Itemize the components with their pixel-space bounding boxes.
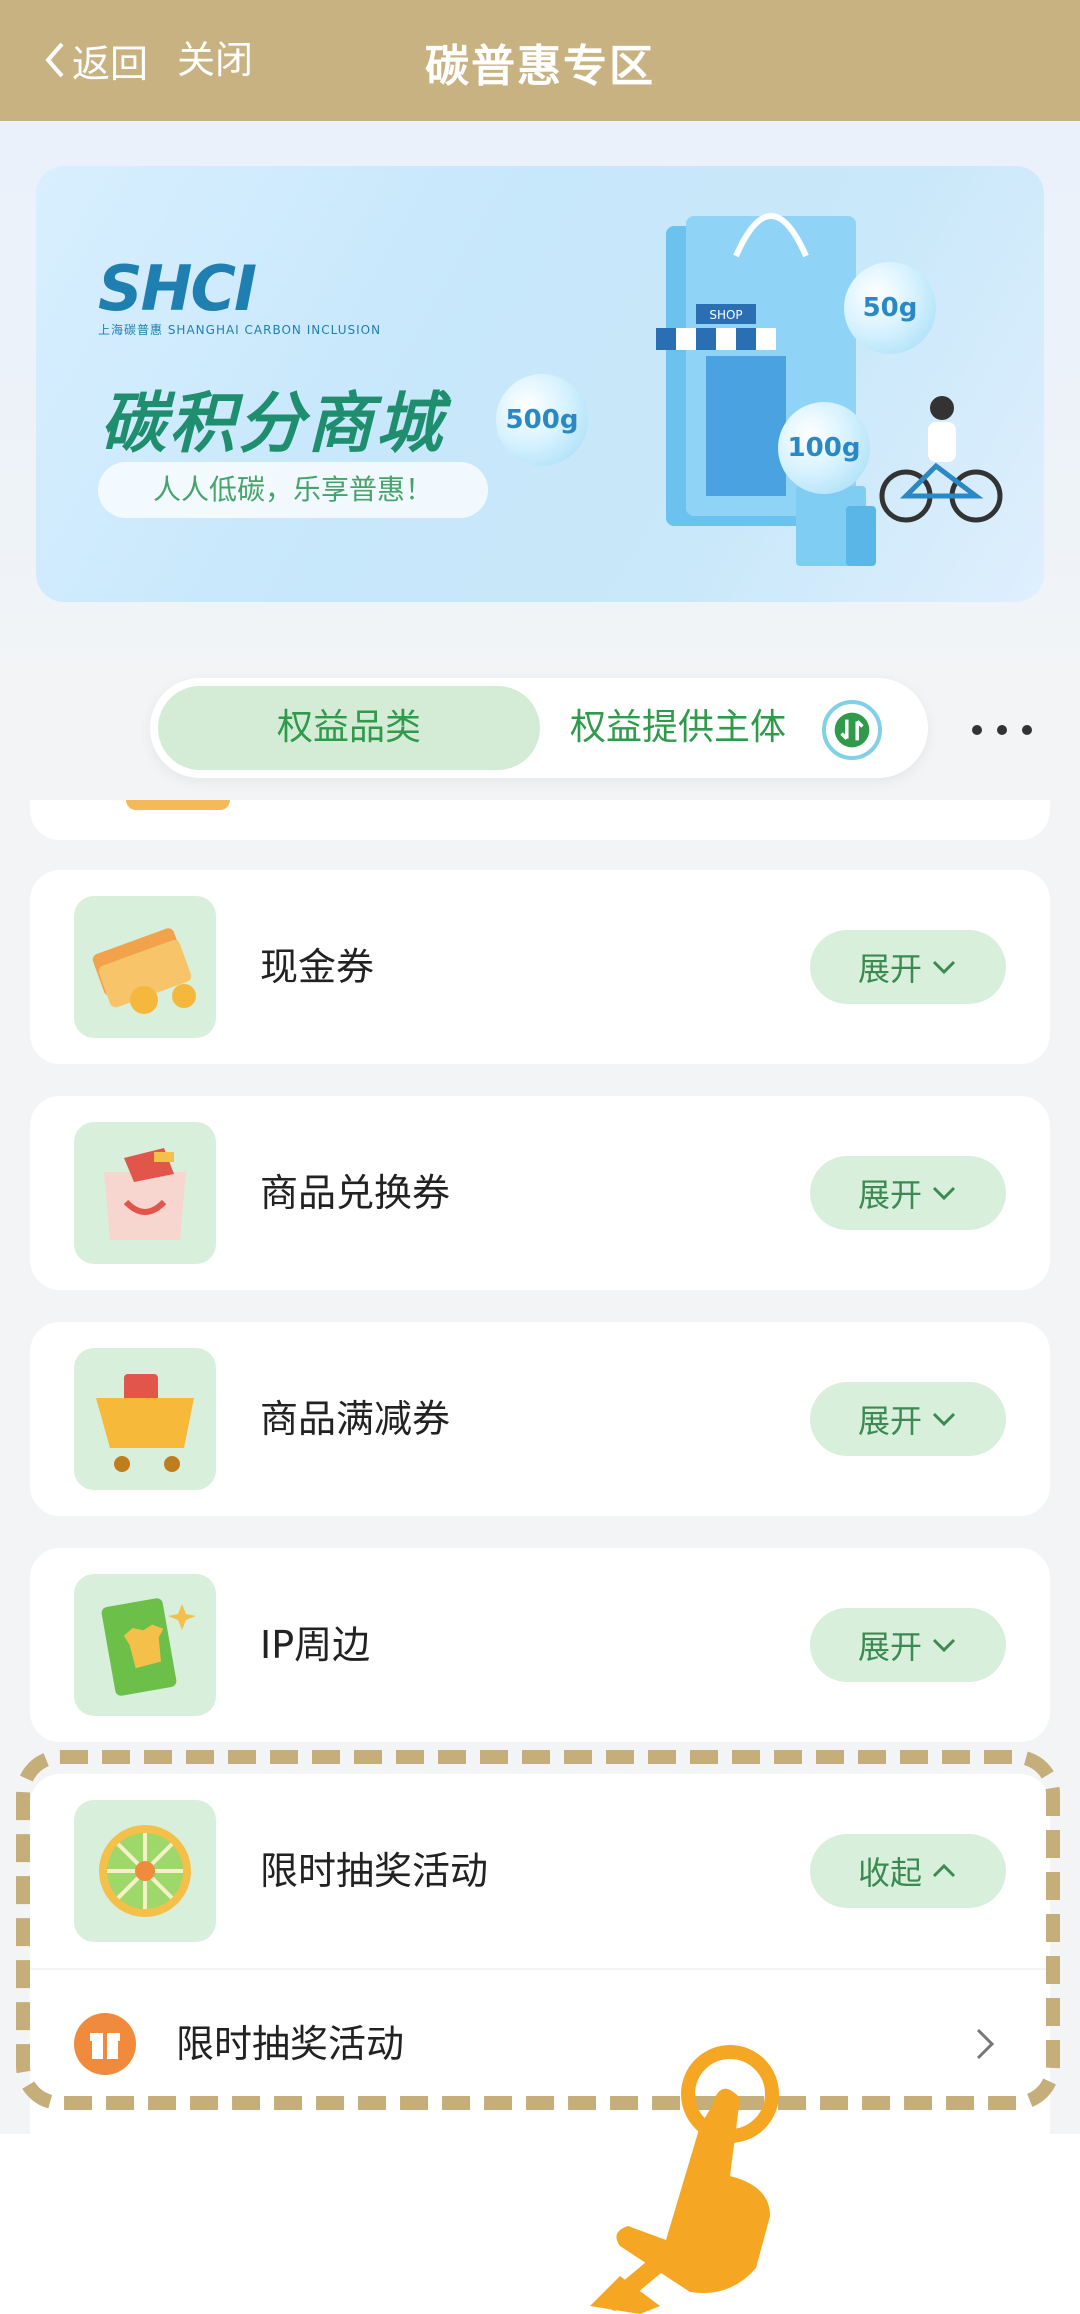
toggle-label: 展开 xyxy=(857,950,922,988)
collapse-button[interactable]: 收起 xyxy=(810,1834,1006,1908)
category-card-lottery[interactable]: 限时抽奖活动 收起 xyxy=(30,1774,1050,1968)
swap-sort-icon[interactable] xyxy=(822,700,882,760)
expand-button[interactable]: 展开 xyxy=(810,1156,1006,1230)
tab-rights-provider[interactable]: 权益提供主体 xyxy=(570,686,786,770)
category-label: 商品兑换券 xyxy=(260,1171,451,1215)
toggle-label: 展开 xyxy=(857,1176,922,1214)
chevron-up-icon xyxy=(932,1863,956,1878)
chevron-down-icon xyxy=(932,1638,956,1653)
shopping-cart-icon xyxy=(74,1348,216,1490)
category-label: 商品满减券 xyxy=(260,1397,451,1441)
toggle-label: 展开 xyxy=(857,1628,922,1666)
expand-button[interactable]: 展开 xyxy=(810,930,1006,1004)
cash-voucher-icon xyxy=(74,896,216,1038)
chevron-down-icon xyxy=(932,1186,956,1201)
shop-sign: SHOP xyxy=(709,308,742,322)
expand-button[interactable]: 展开 xyxy=(810,1382,1006,1456)
toggle-label: 展开 xyxy=(857,1402,922,1440)
category-card-discount-voucher[interactable]: 商品满减券 展开 xyxy=(30,1322,1050,1516)
bubble-50g: 50g xyxy=(844,262,936,354)
gift-icon xyxy=(74,2013,136,2075)
chevron-right-icon xyxy=(976,2028,995,2060)
category-card-exchange-voucher[interactable]: 商品兑换券 展开 xyxy=(30,1096,1050,1290)
gift-bag-icon xyxy=(74,1122,216,1264)
cyclist-illustration xyxy=(879,396,1003,523)
carbon-mall-banner[interactable]: SHCI 上海碳普惠 SHANGHAI CARBON INCLUSION 碳积分… xyxy=(36,166,1044,602)
expand-button[interactable]: 展开 xyxy=(810,1608,1006,1682)
bubble-500g: 500g xyxy=(496,374,588,466)
top-bar: 返回 关闭 碳普惠专区 xyxy=(0,0,1080,121)
category-tab-switch: 权益品类 权益提供主体 xyxy=(150,678,928,778)
bubble-100g: 100g xyxy=(778,402,870,494)
logo-subtitle: 上海碳普惠 SHANGHAI CARBON INCLUSION xyxy=(98,323,382,337)
lottery-wheel-icon xyxy=(74,1800,216,1942)
bottom-area xyxy=(0,2134,1080,2314)
category-card-cash-voucher[interactable]: 现金券 展开 xyxy=(30,870,1050,1064)
lottery-activity-item[interactable]: 限时抽奖活动 xyxy=(30,1970,1050,2134)
shopping-bag-illustration: SHOP xyxy=(656,213,876,566)
ip-merch-book-icon xyxy=(74,1574,216,1716)
chevron-down-icon xyxy=(932,960,956,975)
toggle-label: 收起 xyxy=(857,1854,922,1892)
pointing-hand-icon xyxy=(590,2045,779,2314)
category-card-ip-merch[interactable]: IP周边 展开 xyxy=(30,1548,1050,1742)
banner-slogan: 人人低碳，乐享普惠！ xyxy=(98,462,488,518)
banner-title: 碳积分商城 xyxy=(100,385,445,462)
more-options-icon[interactable] xyxy=(972,710,1032,750)
partial-category-card xyxy=(30,800,1050,840)
page-title: 碳普惠专区 xyxy=(425,41,655,92)
category-label: IP周边 xyxy=(260,1623,371,1667)
logo-mark: SHCI xyxy=(98,252,257,325)
tab-rights-category[interactable]: 权益品类 xyxy=(158,686,540,770)
lottery-activity-label: 限时抽奖活动 xyxy=(176,2022,405,2066)
category-label: 限时抽奖活动 xyxy=(260,1849,489,1893)
chevron-down-icon xyxy=(932,1412,956,1427)
shci-logo: SHCI 上海碳普惠 SHANGHAI CARBON INCLUSION xyxy=(98,252,381,338)
category-label: 现金券 xyxy=(260,945,375,989)
